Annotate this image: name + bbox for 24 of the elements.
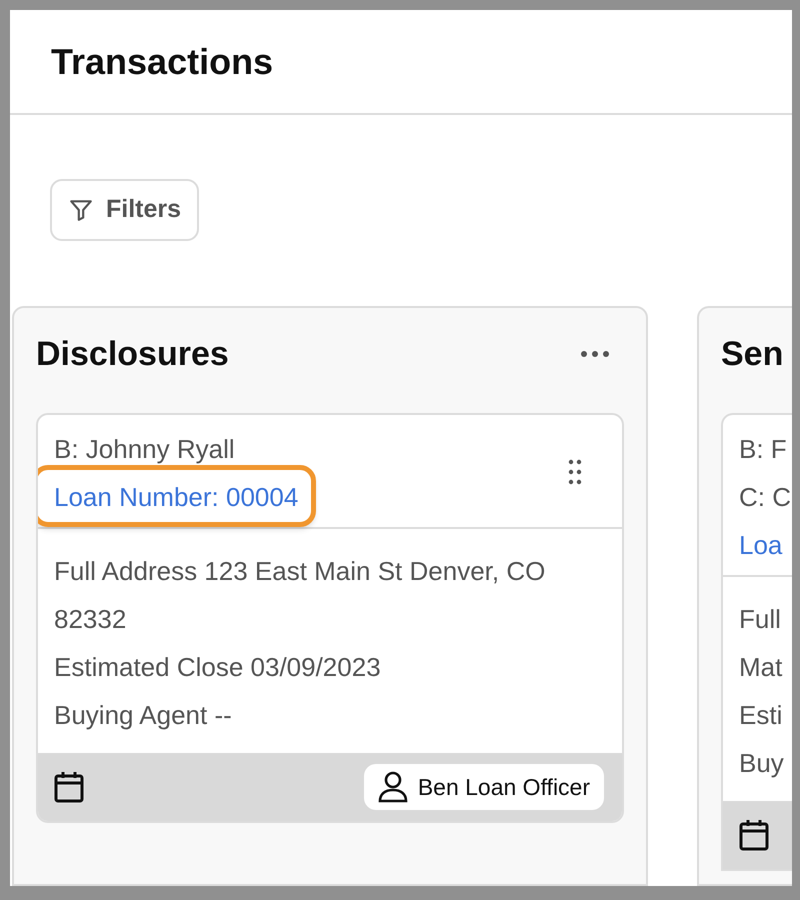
card-text: Buying Agent -- [54,699,233,732]
card-text: Estimated Close 03/09/2023 [54,651,382,684]
card-text: B: F [739,433,787,466]
transaction-card[interactable]: B: Johnny Ryall Loan Number: 00004 Full Address 123 East Main St Denver, CO 82332 Estimated Close 03/09/2023 Buying Agent -- Ben Loan Officer [36,413,624,823]
calendar-icon[interactable] [54,771,84,803]
card-text: C: C [739,481,791,514]
loan-number-link[interactable]: Loan Number: 00004 [54,482,298,512]
transaction-card[interactable]: B: F C: C Loa Full Mat Esti Buy [721,413,792,871]
filters-button[interactable]: Filters [50,179,200,241]
assignee-badge[interactable]: Ben Loan Officer [364,764,604,810]
column-title: Disclosures [36,334,229,374]
card-text: Buy [739,747,784,780]
card-text: B: Johnny Ryall [54,433,235,466]
drag-handle-icon[interactable] [568,459,582,485]
page-title: Transactions [51,40,274,84]
more-icon[interactable] [580,350,610,358]
card-text: Mat [739,651,784,684]
card-text: Esti [739,699,784,732]
person-icon [378,771,408,803]
card-text: Full [739,603,782,636]
calendar-icon[interactable] [739,819,769,851]
card-text: Full Address 123 East Main St Denver, CO 82332 [54,555,546,636]
loan-number-link[interactable]: Loa [739,530,782,560]
column-title: Sen [721,334,784,374]
